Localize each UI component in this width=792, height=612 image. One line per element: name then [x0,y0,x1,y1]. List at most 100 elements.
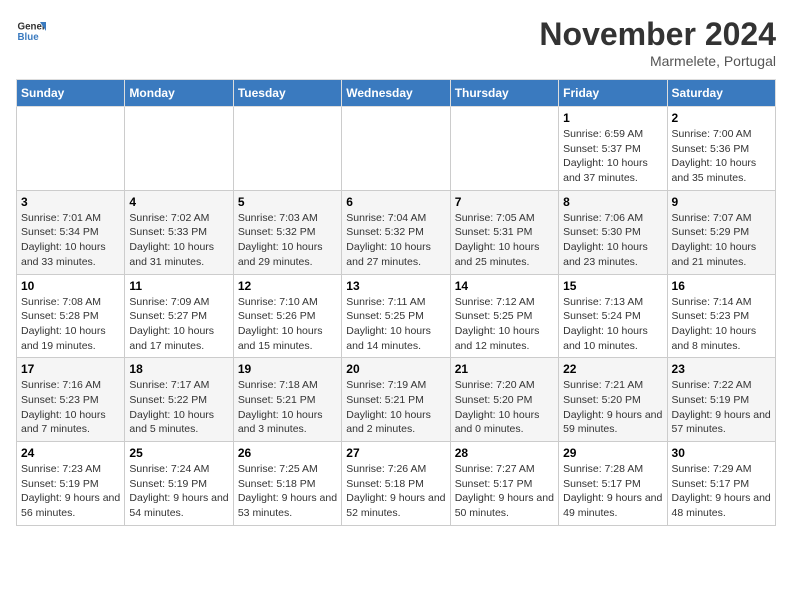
sunset: Sunset: 5:29 PM [672,226,750,238]
sunrise: Sunrise: 7:12 AM [455,296,535,308]
logo-icon: General Blue [16,16,46,46]
day-number: 7 [455,195,554,209]
day-info: Sunrise: 7:11 AM Sunset: 5:25 PM Dayligh… [346,295,445,354]
daylight: Daylight: 10 hours and 17 minutes. [129,325,214,352]
daylight: Daylight: 10 hours and 29 minutes. [238,241,323,268]
calendar-cell: 4 Sunrise: 7:02 AM Sunset: 5:33 PM Dayli… [125,190,233,274]
day-info: Sunrise: 7:20 AM Sunset: 5:20 PM Dayligh… [455,378,554,437]
sunrise: Sunrise: 7:25 AM [238,463,318,475]
calendar-cell: 3 Sunrise: 7:01 AM Sunset: 5:34 PM Dayli… [17,190,125,274]
day-info: Sunrise: 7:10 AM Sunset: 5:26 PM Dayligh… [238,295,337,354]
calendar-cell: 8 Sunrise: 7:06 AM Sunset: 5:30 PM Dayli… [559,190,667,274]
location: Marmelete, Portugal [539,53,776,69]
daylight: Daylight: 9 hours and 56 minutes. [21,492,120,519]
sunset: Sunset: 5:34 PM [21,226,99,238]
day-info: Sunrise: 7:07 AM Sunset: 5:29 PM Dayligh… [672,211,771,270]
day-number: 9 [672,195,771,209]
day-info: Sunrise: 7:06 AM Sunset: 5:30 PM Dayligh… [563,211,662,270]
calendar-cell: 23 Sunrise: 7:22 AM Sunset: 5:19 PM Dayl… [667,358,775,442]
daylight: Daylight: 10 hours and 21 minutes. [672,241,757,268]
sunrise: Sunrise: 7:03 AM [238,212,318,224]
calendar-cell: 5 Sunrise: 7:03 AM Sunset: 5:32 PM Dayli… [233,190,341,274]
day-number: 20 [346,362,445,376]
sunrise: Sunrise: 7:06 AM [563,212,643,224]
day-info: Sunrise: 7:01 AM Sunset: 5:34 PM Dayligh… [21,211,120,270]
calendar-cell [233,107,341,191]
day-number: 21 [455,362,554,376]
day-number: 13 [346,279,445,293]
sunset: Sunset: 5:19 PM [672,394,750,406]
daylight: Daylight: 10 hours and 37 minutes. [563,157,648,184]
day-number: 22 [563,362,662,376]
sunset: Sunset: 5:21 PM [346,394,424,406]
sunrise: Sunrise: 7:18 AM [238,379,318,391]
day-info: Sunrise: 7:02 AM Sunset: 5:33 PM Dayligh… [129,211,228,270]
sunrise: Sunrise: 7:13 AM [563,296,643,308]
day-info: Sunrise: 6:59 AM Sunset: 5:37 PM Dayligh… [563,127,662,186]
header-wednesday: Wednesday [342,80,450,107]
sunrise: Sunrise: 7:17 AM [129,379,209,391]
calendar-cell: 7 Sunrise: 7:05 AM Sunset: 5:31 PM Dayli… [450,190,558,274]
calendar-cell: 10 Sunrise: 7:08 AM Sunset: 5:28 PM Dayl… [17,274,125,358]
day-info: Sunrise: 7:08 AM Sunset: 5:28 PM Dayligh… [21,295,120,354]
day-number: 24 [21,446,120,460]
sunset: Sunset: 5:32 PM [346,226,424,238]
sunrise: Sunrise: 7:27 AM [455,463,535,475]
day-number: 10 [21,279,120,293]
page-header: General Blue November 2024 Marmelete, Po… [16,16,776,69]
sunrise: Sunrise: 7:16 AM [21,379,101,391]
day-number: 3 [21,195,120,209]
sunrise: Sunrise: 7:09 AM [129,296,209,308]
day-info: Sunrise: 7:25 AM Sunset: 5:18 PM Dayligh… [238,462,337,521]
calendar-cell [450,107,558,191]
sunset: Sunset: 5:20 PM [563,394,641,406]
day-info: Sunrise: 7:21 AM Sunset: 5:20 PM Dayligh… [563,378,662,437]
day-number: 2 [672,111,771,125]
daylight: Daylight: 10 hours and 0 minutes. [455,409,540,436]
week-row-3: 17 Sunrise: 7:16 AM Sunset: 5:23 PM Dayl… [17,358,776,442]
sunrise: Sunrise: 7:22 AM [672,379,752,391]
sunset: Sunset: 5:19 PM [21,478,99,490]
sunset: Sunset: 5:33 PM [129,226,207,238]
daylight: Daylight: 10 hours and 12 minutes. [455,325,540,352]
day-number: 23 [672,362,771,376]
sunset: Sunset: 5:23 PM [21,394,99,406]
sunrise: Sunrise: 7:28 AM [563,463,643,475]
calendar-table: Sunday Monday Tuesday Wednesday Thursday… [16,79,776,526]
calendar-cell: 1 Sunrise: 6:59 AM Sunset: 5:37 PM Dayli… [559,107,667,191]
sunset: Sunset: 5:25 PM [346,310,424,322]
calendar-cell: 17 Sunrise: 7:16 AM Sunset: 5:23 PM Dayl… [17,358,125,442]
daylight: Daylight: 9 hours and 48 minutes. [672,492,771,519]
calendar-cell: 24 Sunrise: 7:23 AM Sunset: 5:19 PM Dayl… [17,442,125,526]
day-info: Sunrise: 7:23 AM Sunset: 5:19 PM Dayligh… [21,462,120,521]
sunrise: Sunrise: 7:04 AM [346,212,426,224]
svg-text:Blue: Blue [18,32,40,43]
sunset: Sunset: 5:18 PM [238,478,316,490]
daylight: Daylight: 9 hours and 52 minutes. [346,492,445,519]
sunset: Sunset: 5:22 PM [129,394,207,406]
calendar-cell: 18 Sunrise: 7:17 AM Sunset: 5:22 PM Dayl… [125,358,233,442]
week-row-1: 3 Sunrise: 7:01 AM Sunset: 5:34 PM Dayli… [17,190,776,274]
day-info: Sunrise: 7:26 AM Sunset: 5:18 PM Dayligh… [346,462,445,521]
week-row-0: 1 Sunrise: 6:59 AM Sunset: 5:37 PM Dayli… [17,107,776,191]
daylight: Daylight: 9 hours and 54 minutes. [129,492,228,519]
calendar-cell: 30 Sunrise: 7:29 AM Sunset: 5:17 PM Dayl… [667,442,775,526]
sunset: Sunset: 5:23 PM [672,310,750,322]
day-number: 12 [238,279,337,293]
daylight: Daylight: 10 hours and 2 minutes. [346,409,431,436]
sunset: Sunset: 5:30 PM [563,226,641,238]
calendar-cell [17,107,125,191]
sunrise: Sunrise: 7:19 AM [346,379,426,391]
calendar-header-row: Sunday Monday Tuesday Wednesday Thursday… [17,80,776,107]
day-info: Sunrise: 7:00 AM Sunset: 5:36 PM Dayligh… [672,127,771,186]
daylight: Daylight: 9 hours and 57 minutes. [672,409,771,436]
daylight: Daylight: 9 hours and 49 minutes. [563,492,662,519]
header-tuesday: Tuesday [233,80,341,107]
sunset: Sunset: 5:28 PM [21,310,99,322]
sunset: Sunset: 5:17 PM [672,478,750,490]
sunrise: Sunrise: 7:02 AM [129,212,209,224]
daylight: Daylight: 9 hours and 50 minutes. [455,492,554,519]
sunset: Sunset: 5:37 PM [563,143,641,155]
sunrise: Sunrise: 7:05 AM [455,212,535,224]
sunrise: Sunrise: 7:26 AM [346,463,426,475]
